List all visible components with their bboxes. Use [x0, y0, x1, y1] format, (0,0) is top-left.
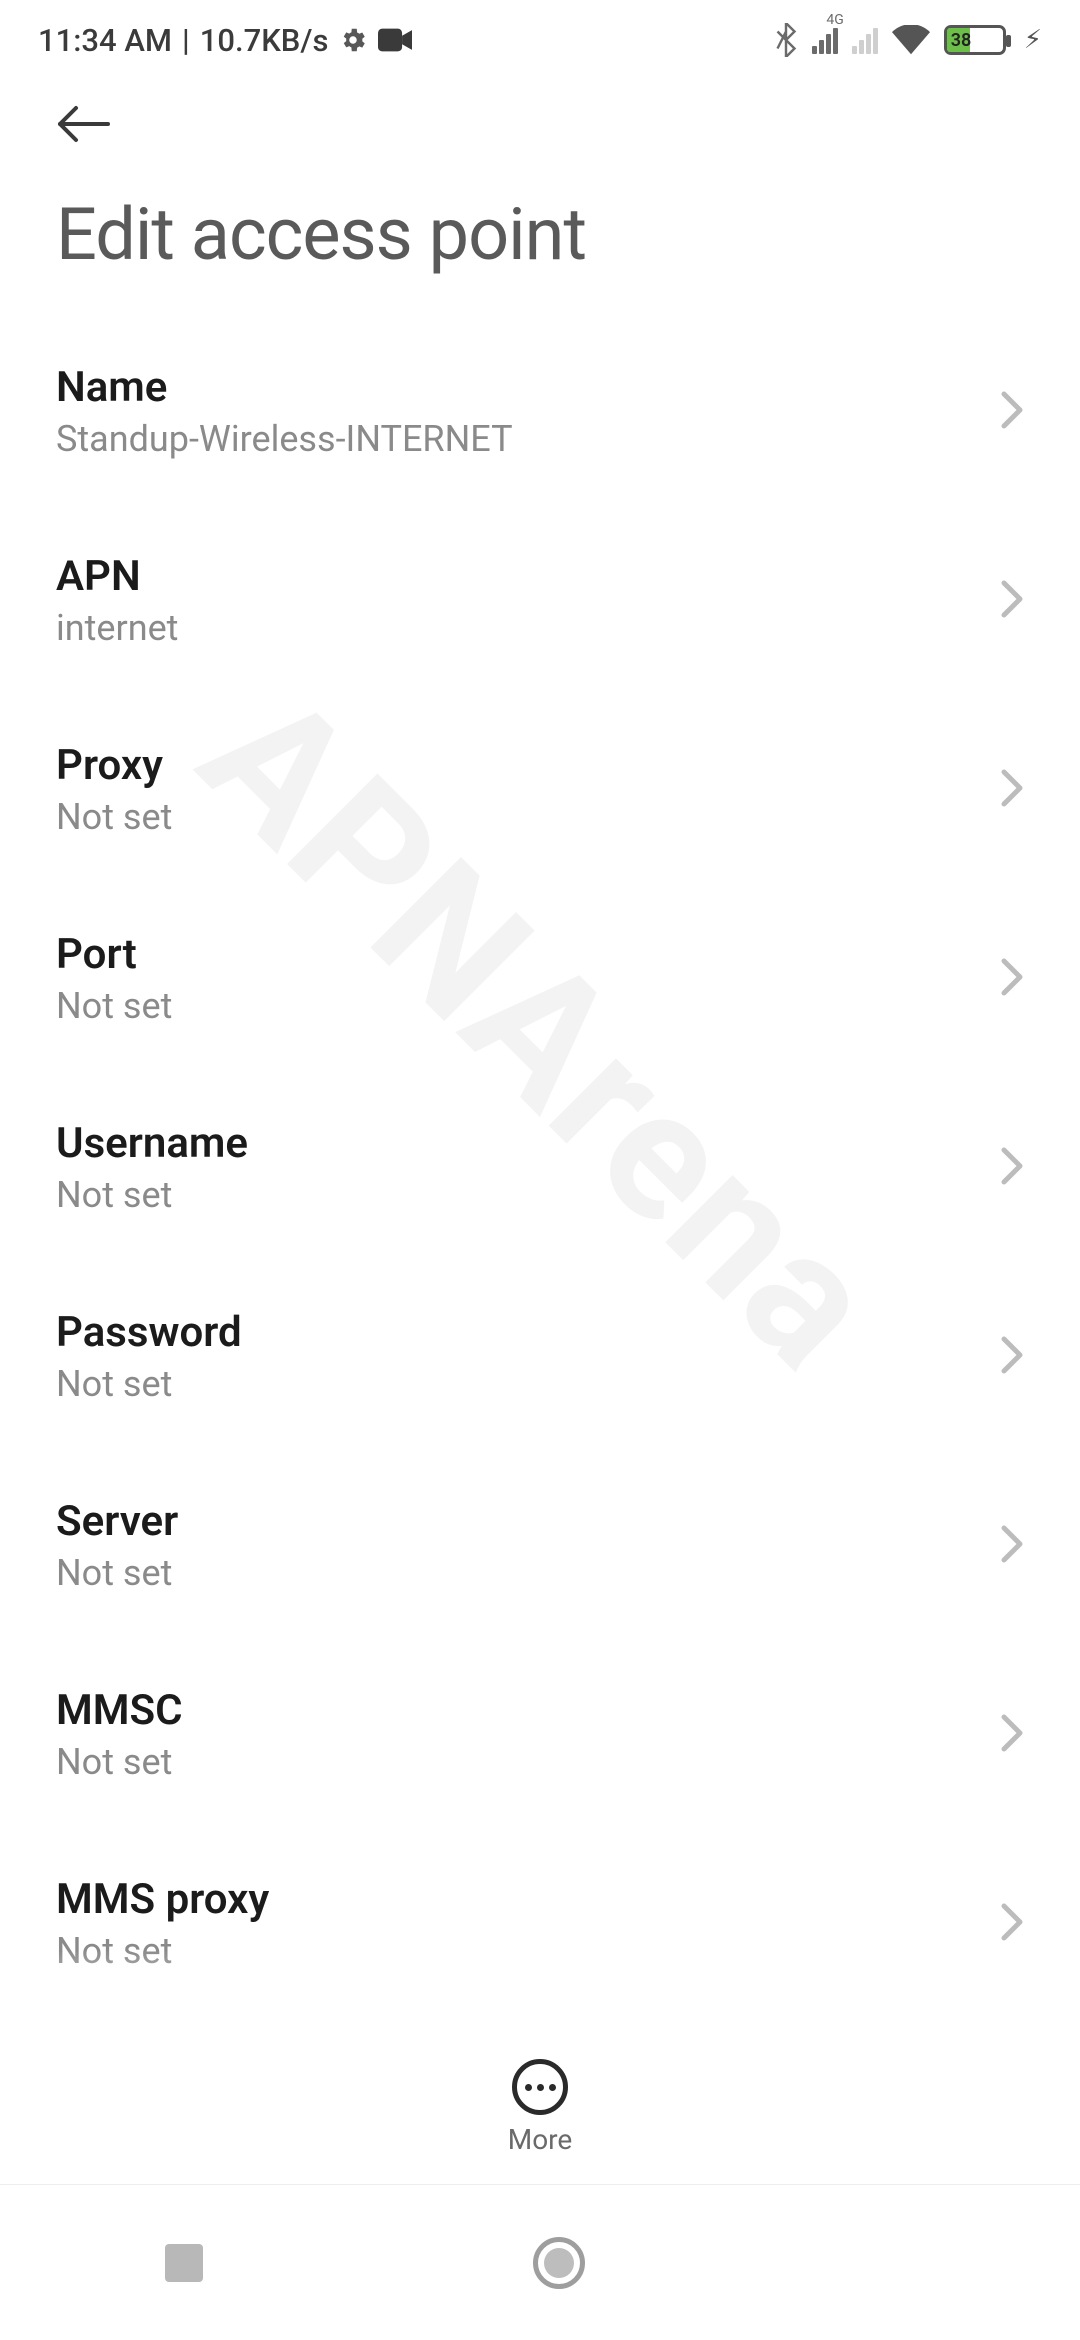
chevron-right-icon: [1000, 1335, 1024, 1379]
battery-icon: 38: [944, 25, 1006, 55]
status-separator: |: [182, 22, 190, 59]
chevron-right-icon: [1000, 390, 1024, 434]
battery-percent: 38: [951, 30, 972, 51]
wifi-icon: [892, 25, 930, 55]
setting-row-mms-proxy[interactable]: MMS proxy Not set: [56, 1829, 1024, 2018]
setting-value: Not set: [56, 1552, 1000, 1594]
signal-sim1-label: 4G: [826, 12, 843, 28]
setting-row-username[interactable]: Username Not set: [56, 1073, 1024, 1262]
setting-label: Username: [56, 1119, 1000, 1168]
chevron-right-icon: [1000, 768, 1024, 812]
setting-row-password[interactable]: Password Not set: [56, 1262, 1024, 1451]
setting-value: Not set: [56, 1741, 1000, 1783]
setting-value: Not set: [56, 985, 1000, 1027]
setting-row-mmsc[interactable]: MMSC Not set: [56, 1640, 1024, 1829]
setting-label: MMS proxy: [56, 1875, 1000, 1924]
action-bar: More: [0, 2041, 1080, 2184]
more-icon: [512, 2059, 568, 2115]
more-button[interactable]: More: [508, 2059, 573, 2156]
setting-label: Proxy: [56, 741, 1000, 790]
setting-label: MMSC: [56, 1686, 1000, 1735]
back-button[interactable]: [56, 98, 112, 172]
nav-home-button[interactable]: [533, 2237, 585, 2289]
setting-label: Server: [56, 1497, 1000, 1546]
setting-label: Port: [56, 930, 1000, 979]
chevron-right-icon: [1000, 1902, 1024, 1946]
setting-label: Password: [56, 1308, 1000, 1357]
system-nav-bar: [0, 2184, 1080, 2340]
setting-value: Not set: [56, 1930, 1000, 1972]
setting-value: Not set: [56, 796, 1000, 838]
setting-value: Standup-Wireless-INTERNET: [56, 418, 1000, 460]
more-label: More: [508, 2123, 573, 2156]
setting-value: Not set: [56, 1174, 1000, 1216]
nav-recent-button[interactable]: [165, 2244, 203, 2282]
setting-row-port[interactable]: Port Not set: [56, 884, 1024, 1073]
setting-label: APN: [56, 552, 1000, 601]
status-right: 4G 38 ⚡︎: [774, 23, 1042, 57]
signal-sim1-icon: 4G: [812, 26, 838, 54]
arrow-left-icon: [56, 104, 112, 144]
signal-sim2-icon: [852, 26, 878, 54]
setting-row-proxy[interactable]: Proxy Not set: [56, 695, 1024, 884]
chevron-right-icon: [1000, 957, 1024, 1001]
chevron-right-icon: [1000, 1524, 1024, 1568]
setting-row-apn[interactable]: APN internet: [56, 506, 1024, 695]
status-time: 11:34 AM: [38, 22, 172, 59]
bluetooth-icon: [774, 23, 798, 57]
setting-row-server[interactable]: Server Not set: [56, 1451, 1024, 1640]
gear-icon: [338, 25, 368, 55]
setting-value: Not set: [56, 1363, 1000, 1405]
charging-icon: ⚡︎: [1024, 25, 1042, 55]
page-title: Edit access point: [56, 192, 1024, 277]
setting-label: Name: [56, 363, 1000, 412]
chevron-right-icon: [1000, 1146, 1024, 1190]
status-bar: 11:34 AM | 10.7KB/s 4G: [0, 0, 1080, 80]
status-left: 11:34 AM | 10.7KB/s: [38, 22, 412, 59]
chevron-right-icon: [1000, 579, 1024, 623]
chevron-right-icon: [1000, 1713, 1024, 1757]
setting-value: internet: [56, 607, 1000, 649]
setting-row-name[interactable]: Name Standup-Wireless-INTERNET: [56, 317, 1024, 506]
status-network-speed: 10.7KB/s: [200, 22, 329, 59]
settings-list: Name Standup-Wireless-INTERNET APN inter…: [0, 317, 1080, 2018]
video-camera-icon: [378, 27, 412, 53]
